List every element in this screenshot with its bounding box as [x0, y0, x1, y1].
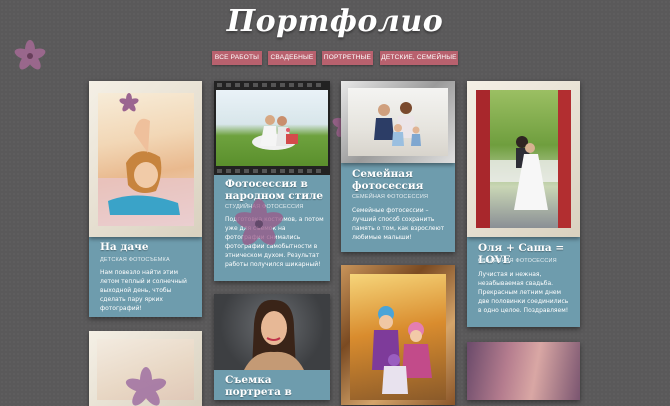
portfolio-card[interactable]: Фотосессия в народном стиле Студийная фо…	[214, 81, 330, 281]
card-title[interactable]: Семейная фотосессия	[352, 168, 447, 192]
photo-girl-on-grass[interactable]	[98, 93, 194, 226]
card-title[interactable]: Съемка портрета в студии	[225, 374, 325, 400]
photo-family[interactable]	[348, 88, 448, 156]
photo-kids-autumn[interactable]	[350, 274, 446, 400]
card-subtitle: Детская фотосъемка	[100, 257, 170, 263]
card-description: Нам повезло найти этим летом теплый и со…	[100, 269, 187, 312]
photo-wedding-couple[interactable]	[476, 90, 571, 228]
card-description: Лучистая и нежная, незабываемая свадьба.…	[478, 271, 569, 314]
card-description: Семейные фотосессии – лучший способ сохр…	[352, 207, 445, 241]
filter-bar: Все работы Свадебные Портретные Детские,…	[0, 51, 670, 65]
portfolio-card[interactable]: Съемка портрета в студии	[214, 294, 330, 400]
filter-family-button[interactable]: Детские, семейные	[380, 51, 458, 65]
card-title[interactable]: На даче	[100, 241, 195, 253]
flower-decoration-icon	[119, 93, 139, 112]
photo-studio-portrait[interactable]	[214, 294, 330, 370]
flower-decoration-icon	[235, 199, 283, 246]
filter-portrait-button[interactable]: Портретные	[322, 51, 373, 65]
flower-decoration-icon	[125, 367, 167, 406]
card-subtitle: Свадебная фотосессия	[478, 258, 557, 264]
filter-all-button[interactable]: Все работы	[212, 51, 262, 65]
photo-bokeh[interactable]	[467, 342, 580, 400]
page-title: Портфолио	[226, 4, 444, 39]
card-subtitle: Семейная фотосессия	[352, 194, 429, 200]
portfolio-card[interactable]: Семейная фотосессия Семейная фотосессия …	[341, 81, 455, 252]
flower-decoration-icon	[14, 40, 46, 70]
photo-folk-style-couple[interactable]	[216, 90, 328, 166]
filter-wedding-button[interactable]: Свадебные	[268, 51, 316, 65]
portfolio-card[interactable]: Оля + Саша = LOVE Свадебная фотосессия Л…	[467, 81, 580, 327]
portfolio-card[interactable]: На даче Детская фотосъемка Нам повезло н…	[89, 81, 202, 317]
